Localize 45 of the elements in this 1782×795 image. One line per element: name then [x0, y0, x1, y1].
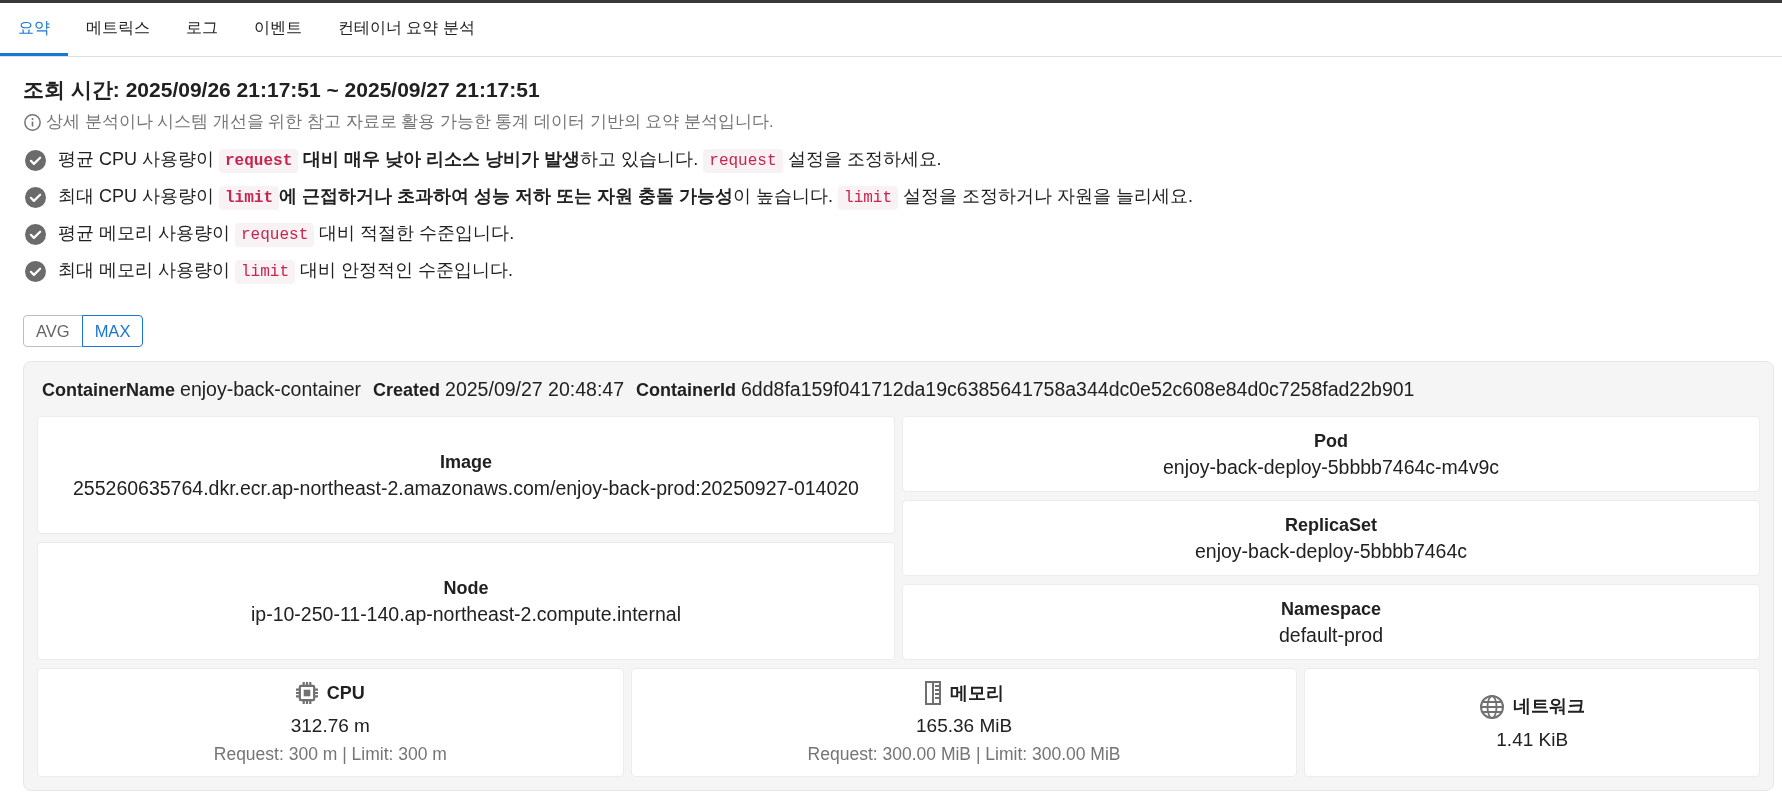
tab[interactable]: 로그	[168, 3, 236, 56]
tab[interactable]: 컨테이너 요약 분석	[320, 3, 493, 56]
detail-label: Pod	[1314, 430, 1348, 453]
detail-value: ip-10-250-11-140.ap-northeast-2.compute.internal	[251, 602, 681, 627]
check-circle-icon	[25, 260, 46, 282]
check-circle-icon	[25, 186, 46, 208]
globe-icon	[1479, 694, 1504, 719]
tab[interactable]: 이벤트	[236, 3, 320, 56]
check-circle-icon	[25, 223, 46, 245]
resource-limits: Request: 300.00 MiB | Limit: 300.00 MiB	[807, 743, 1121, 766]
detail-value: default-prod	[1278, 623, 1384, 648]
finding-text: 평균 메모리 사용량이 request 대비 적절한 수준입니다.	[58, 219, 515, 249]
resource-value: 312.76 m	[290, 714, 370, 738]
field-label: ContainerId	[636, 379, 736, 403]
chip-icon	[295, 682, 318, 704]
resource-value: 1.41 KiB	[1496, 727, 1569, 752]
notice-text: 상세 분석이나 시스템 개선을 위한 참고 자료로 활용 가능한 통계 데이터 기반의 요약 분석입니다.	[46, 110, 774, 133]
detail-value: enjoy-back-deploy-5bbbb7464c	[1194, 539, 1468, 564]
tab[interactable]: 메트릭스	[68, 3, 168, 56]
detail-label: Node	[443, 577, 489, 600]
detail-label: Namespace	[1280, 598, 1382, 621]
field-value: enjoy-back-container	[180, 377, 362, 403]
toggle-button[interactable]: AVG	[23, 315, 83, 347]
detail-value: enjoy-back-deploy-5bbbb7464c-m4v9c	[1162, 455, 1499, 480]
detail-label: ReplicaSet	[1284, 514, 1377, 537]
info-icon	[24, 113, 41, 131]
memory-stick-icon	[924, 681, 941, 705]
detail-label: Image	[440, 451, 492, 474]
finding-text: 최대 메모리 사용량이 limit 대비 안정적인 수준입니다.	[58, 256, 514, 286]
toggle-button[interactable]: MAX	[81, 315, 144, 347]
resource-title: 네트워크	[1512, 695, 1585, 718]
finding-text: 최대 CPU 사용량이 limit 에 근접하거나 초과하여 성능 저하 또는 자원 충돌 가능성이 높습니다. limit 설정을 조정하거나 자원을 늘리세요.	[58, 182, 1194, 212]
resource-title: CPU	[326, 681, 365, 705]
resource-title: 메모리	[949, 681, 1004, 705]
detail-value: 255260635764.dkr.ecr.ap-northeast-2.amazonaws.com/enjoy-back-prod:20250927-014020	[73, 476, 859, 501]
tab[interactable]: 요약	[0, 3, 68, 56]
finding-text: 평균 CPU 사용량이 request 대비 매우 낮아 리소스 낭비가 발생하고 있습니다. request 설정을 조정하세요.	[58, 145, 942, 175]
field-value: 2025/09/27 20:48:47	[445, 377, 624, 403]
field-label: ContainerName	[42, 379, 176, 403]
check-circle-icon	[25, 149, 46, 171]
field-label: Created	[373, 379, 441, 403]
query-period-title: 조회 시간: 2025/09/26 21:17:51 ~ 2025/09/27 21:17:51	[23, 77, 540, 103]
field-value: 6dd8fa159f041712da19c6385641758a344dc0e52c608e84d0c7258fad22b901	[741, 377, 1415, 403]
resource-value: 165.36 MiB	[916, 714, 1013, 738]
resource-limits: Request: 300 m | Limit: 300 m	[213, 743, 447, 766]
